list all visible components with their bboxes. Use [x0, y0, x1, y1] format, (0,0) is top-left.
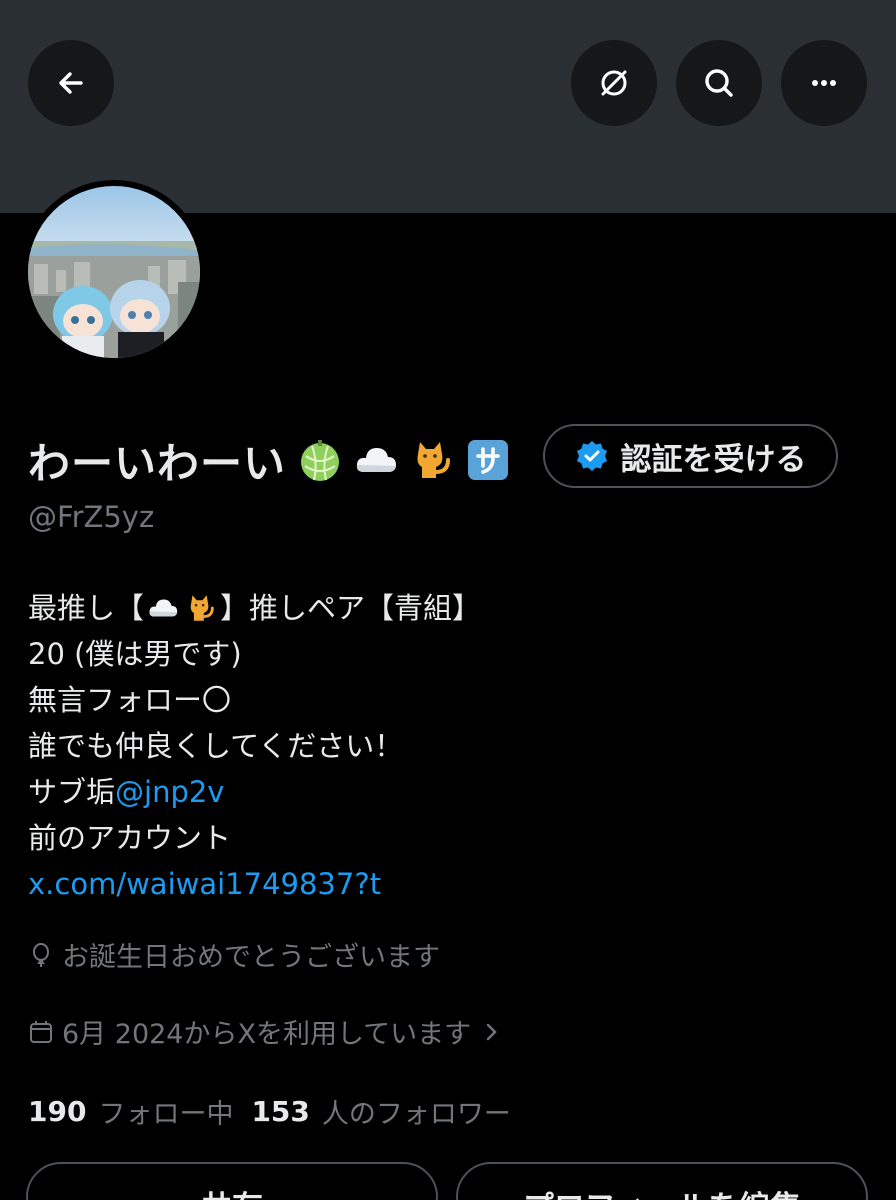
previous-account-link[interactable]: x.com/waiwai1749837?t: [28, 861, 381, 907]
profile-page: わーいわーい 認証を受ける @FrZ5yz 最推し【 】推しペア【青組】 20 …: [0, 0, 896, 1200]
share-label: 共有: [201, 1182, 263, 1200]
grok-icon: [601, 70, 627, 96]
arrow-left-icon: [59, 72, 83, 94]
chevron-right-icon: [486, 1023, 497, 1040]
sa-button-icon: [468, 440, 509, 480]
bio-line-2: 20 (僕は男です): [28, 637, 242, 671]
calendar-icon: [30, 1020, 52, 1043]
sub-account-mention-link[interactable]: @jnp2v: [115, 769, 224, 815]
get-verified-button[interactable]: 認証を受ける: [543, 424, 838, 488]
bio-line-5: サブ垢 @jnp2v: [28, 769, 868, 815]
bio-line-7: x.com/waiwai1749837?t: [28, 861, 868, 907]
edit-profile-button[interactable]: プロフィールを編集: [456, 1162, 868, 1200]
follow-stats: 190 フォロー中 153 人のフォロワー: [28, 1092, 517, 1131]
bio-line: 最推し【 】推しペア【青組】: [28, 585, 868, 631]
search-button[interactable]: [676, 40, 762, 126]
bio-sub-account-label: サブ垢: [28, 775, 116, 809]
get-verified-label: 認証を受ける: [620, 441, 807, 478]
edit-profile-label: プロフィールを編集: [523, 1182, 801, 1200]
avatar-image: [28, 186, 200, 358]
display-name-row: わーいわーい: [28, 430, 512, 490]
cat-icon: [184, 591, 218, 625]
back-button[interactable]: [28, 40, 114, 126]
followers-label[interactable]: 人のフォロワー: [322, 1092, 511, 1131]
cloud-icon: [356, 448, 397, 472]
joined-row[interactable]: 6月 2024からXを利用しています: [28, 1012, 505, 1051]
bio-line-6: 前のアカウント: [28, 821, 232, 855]
cloud-icon: [146, 591, 180, 625]
bio-line-4: 誰でも仲良くしてください！: [28, 729, 404, 763]
followers-count[interactable]: 153: [251, 1095, 309, 1128]
cat-icon: [417, 442, 451, 478]
profile-handle: @FrZ5yz: [28, 500, 155, 534]
melon-icon: [301, 440, 340, 481]
profile-banner[interactable]: [0, 0, 896, 213]
grok-button[interactable]: [571, 40, 657, 126]
more-horizontal-icon: [812, 80, 836, 86]
birthday-row: お誕生日おめでとうございます: [28, 935, 440, 974]
joined-text: 6月 2024からXを利用しています: [62, 1019, 472, 1050]
more-button[interactable]: [781, 40, 867, 126]
profile-bio: 最推し【 】推しペア【青組】 20 (僕は男です) 無言フォロー〇 誰でも仲良く…: [28, 585, 868, 907]
avatar[interactable]: [22, 180, 206, 364]
share-button[interactable]: 共有: [26, 1162, 438, 1200]
following-count[interactable]: 190: [28, 1095, 86, 1128]
name-emojis: [296, 436, 512, 484]
bio-line-1a: 最推し【: [28, 591, 145, 625]
search-icon: [705, 69, 733, 97]
balloon-icon: [33, 942, 49, 967]
bio-line-1b: 】推しペア【青組】: [220, 591, 482, 625]
bio-line-3: 無言フォロー〇: [28, 683, 232, 717]
verified-badge-icon: [576, 441, 607, 471]
following-label[interactable]: フォロー中: [98, 1092, 233, 1131]
display-name: わーいわーい: [28, 438, 287, 488]
birthday-text: お誕生日おめでとうございます: [62, 942, 440, 973]
